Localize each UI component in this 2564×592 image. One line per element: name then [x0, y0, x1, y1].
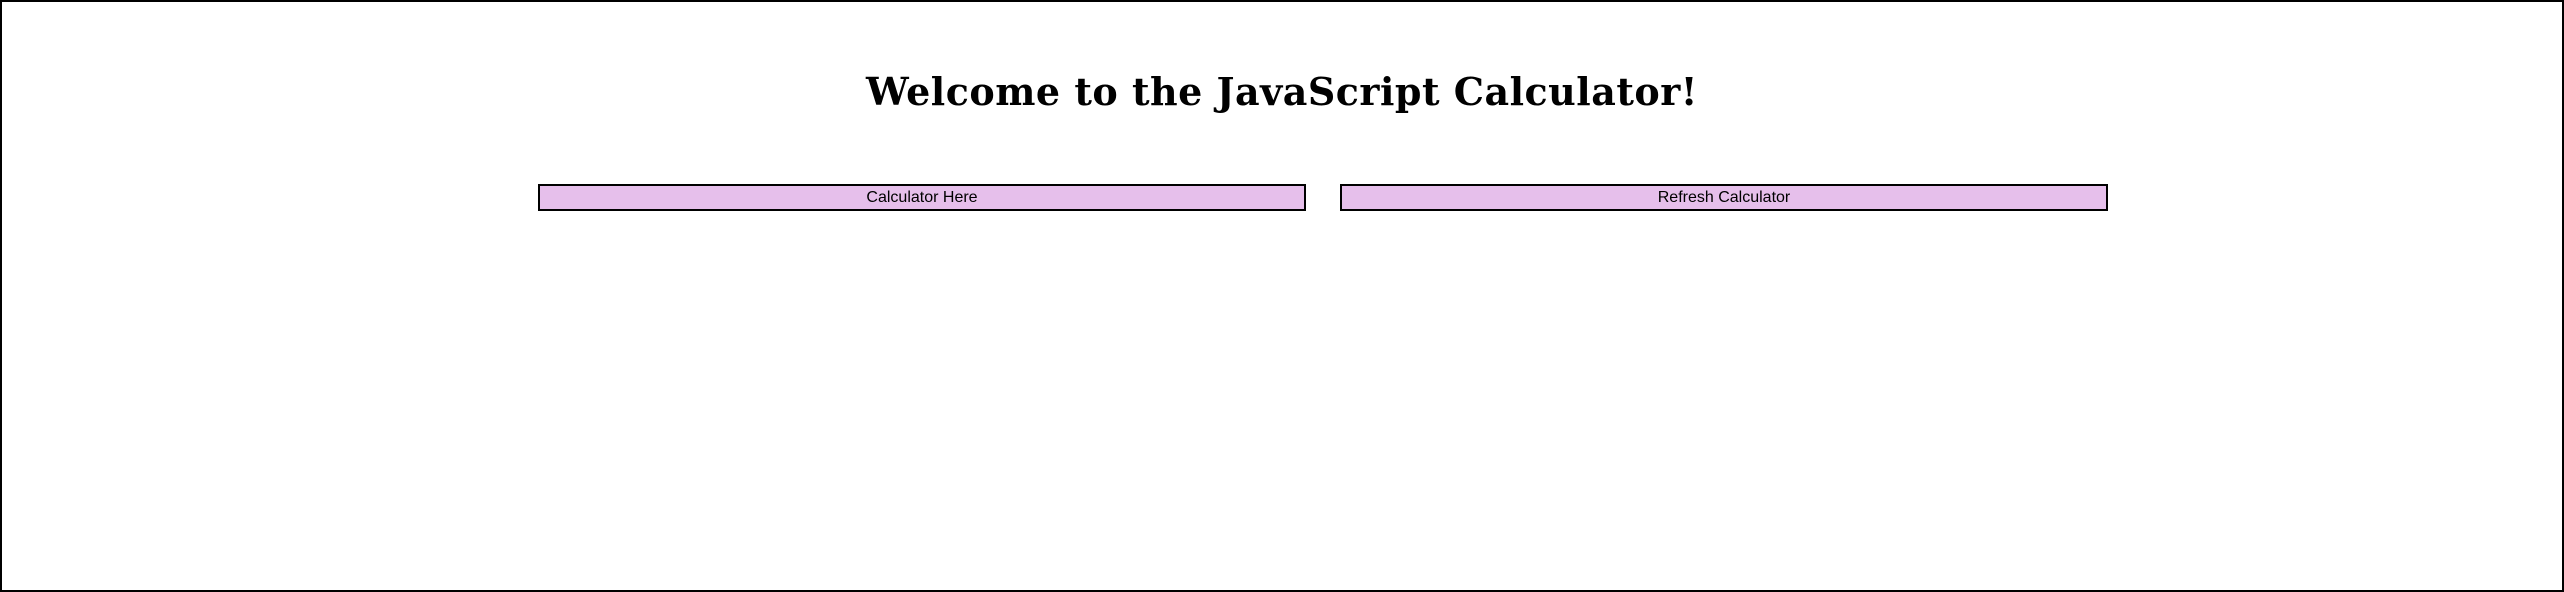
refresh-calculator-button[interactable]: Refresh Calculator	[1340, 184, 2108, 211]
calculator-here-button[interactable]: Calculator Here	[538, 184, 1306, 211]
page-frame: Welcome to the JavaScript Calculator! Ca…	[0, 0, 2564, 592]
page-title: Welcome to the JavaScript Calculator!	[866, 69, 1698, 114]
